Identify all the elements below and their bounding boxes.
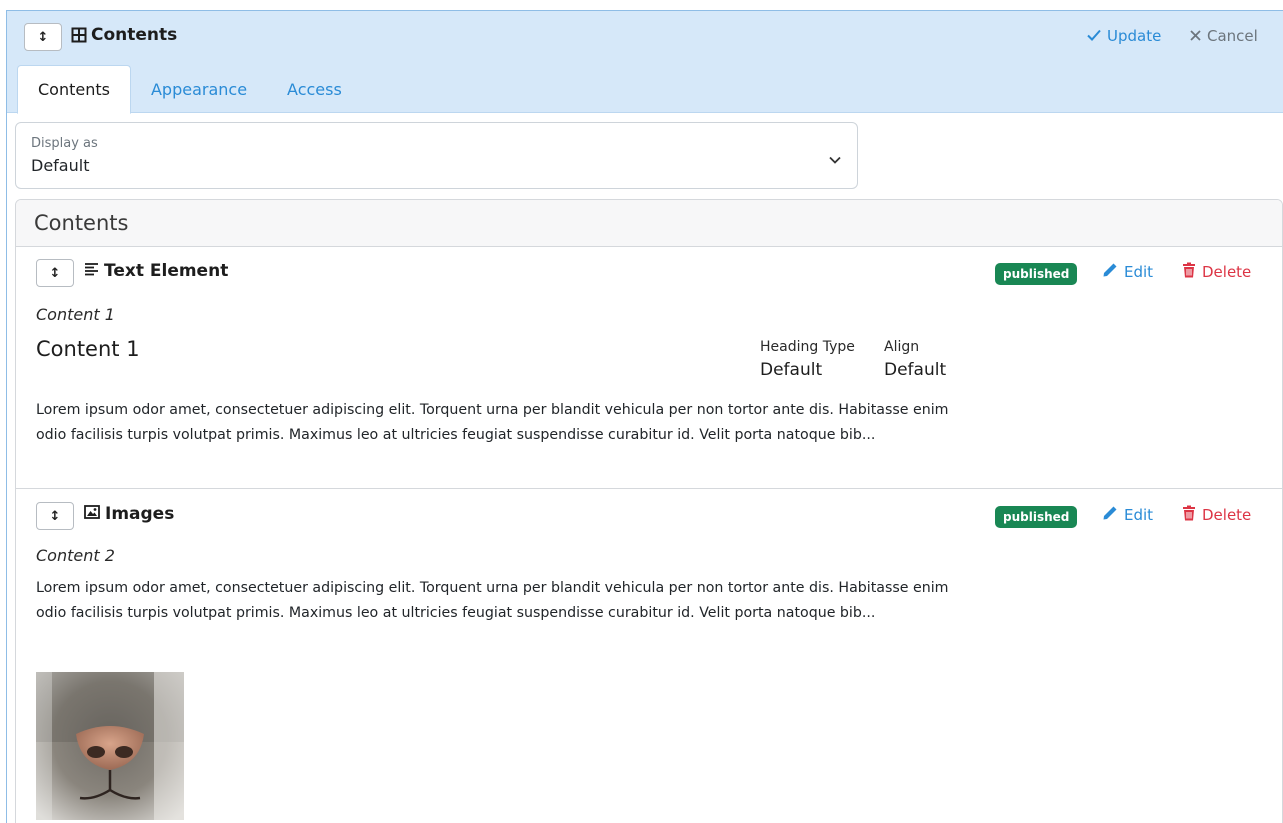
edit-label: Edit <box>1124 506 1154 524</box>
editor-header: ↕ Contents Update Cancel Contents Appear… <box>7 11 1283 114</box>
contents-list-card: Contents ↕ Text Element published Edit D… <box>15 199 1283 823</box>
item-type-label: Text Element <box>104 261 229 281</box>
display-as-value: Default <box>31 156 90 175</box>
panel-title-text: Contents <box>91 25 178 45</box>
display-as-label: Display as <box>31 136 98 151</box>
update-label: Update <box>1107 27 1162 45</box>
heading-type-meta: Heading Type Default <box>760 339 855 380</box>
panel-title: Contents <box>71 25 177 45</box>
editor-panel: ↕ Contents Update Cancel Contents Appear… <box>6 10 1283 823</box>
cancel-button[interactable]: Cancel <box>1190 27 1258 45</box>
delete-button[interactable]: Delete <box>1182 505 1251 525</box>
align-meta: Align Default <box>884 339 946 380</box>
meta-label: Heading Type <box>760 339 855 355</box>
delete-label: Delete <box>1202 506 1252 524</box>
edit-label: Edit <box>1124 263 1154 281</box>
item-type-label: Images <box>105 504 175 524</box>
close-icon <box>1190 27 1201 45</box>
pencil-icon <box>1102 505 1118 525</box>
display-as-select[interactable]: Display as Default <box>15 122 858 189</box>
status-badge: published <box>995 263 1078 285</box>
edit-button[interactable]: Edit <box>1102 505 1153 525</box>
item-heading-preview: Content 1 <box>36 337 140 361</box>
item-type-title: Images <box>84 504 174 524</box>
delete-label: Delete <box>1202 263 1252 281</box>
pencil-icon <box>1102 262 1118 282</box>
status-badge: published <box>995 506 1078 528</box>
contents-section-title: Contents <box>16 200 1282 247</box>
item-type-title: Text Element <box>84 261 228 281</box>
table-grid-icon <box>71 27 87 43</box>
update-button[interactable]: Update <box>1087 27 1161 45</box>
chevron-down-icon <box>829 149 841 168</box>
content-item: ↕ Images published Edit Delete Content 2… <box>16 490 1282 823</box>
item-body-text: Lorem ipsum odor amet, consectetuer adip… <box>36 580 949 621</box>
edit-button[interactable]: Edit <box>1102 262 1153 282</box>
drag-handle-button[interactable]: ↕ <box>36 259 74 287</box>
trash-icon <box>1182 262 1196 282</box>
text-align-icon <box>84 261 99 281</box>
tab-appearance[interactable]: Appearance <box>131 65 267 113</box>
drag-handle-button[interactable]: ↕ <box>36 502 74 530</box>
content-item: ↕ Text Element published Edit Delete Con… <box>16 247 1282 489</box>
meta-value: Default <box>884 360 947 380</box>
image-icon <box>84 504 100 524</box>
tab-access[interactable]: Access <box>267 65 362 113</box>
drag-handle-button[interactable]: ↕ <box>24 23 62 51</box>
meta-value: Default <box>760 360 823 380</box>
item-subtitle: Content 2 <box>36 546 115 565</box>
tab-bar: Contents Appearance Access <box>17 65 362 114</box>
cancel-label: Cancel <box>1207 27 1258 45</box>
tab-contents[interactable]: Contents <box>17 65 131 114</box>
trash-icon <box>1182 505 1196 525</box>
item-subtitle: Content 1 <box>36 305 115 324</box>
delete-button[interactable]: Delete <box>1182 262 1251 282</box>
image-thumbnail[interactable] <box>36 672 184 820</box>
check-icon <box>1087 27 1101 45</box>
meta-label: Align <box>884 339 920 355</box>
item-body-text: Lorem ipsum odor amet, consectetuer adip… <box>36 402 949 443</box>
